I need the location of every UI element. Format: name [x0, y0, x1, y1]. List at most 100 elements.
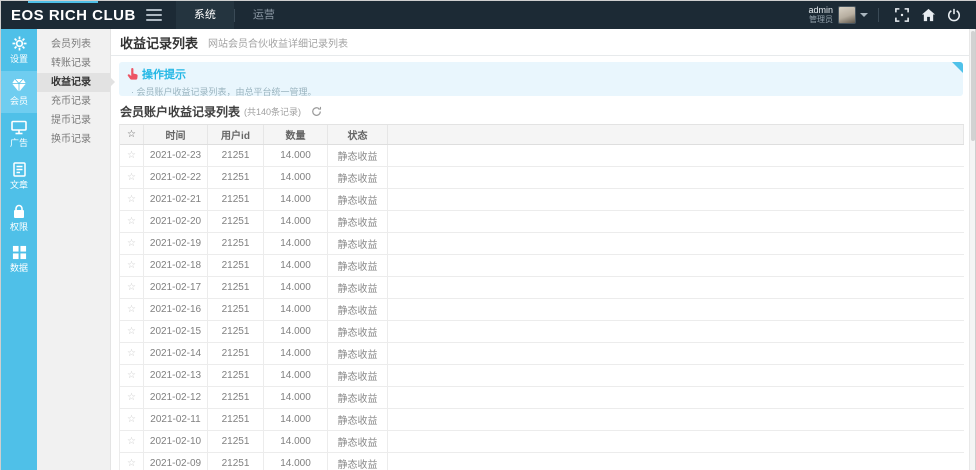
cell-quantity: 14.000 [264, 409, 328, 430]
table-row[interactable]: ☆ 2021-02-22 21251 14.000 静态收益 [120, 167, 964, 189]
refresh-icon[interactable] [311, 106, 322, 117]
favorite-star-icon[interactable]: ☆ [120, 431, 144, 452]
sidebar-item-grid[interactable]: 数据 [1, 238, 37, 280]
favorite-star-icon[interactable]: ☆ [120, 365, 144, 386]
alert-title: 操作提示 [142, 66, 186, 82]
cell-userid: 21251 [208, 233, 264, 254]
lock-icon [1, 204, 37, 221]
cell-userid: 21251 [208, 189, 264, 210]
favorite-star-icon[interactable]: ☆ [120, 145, 144, 166]
favorite-star-icon[interactable]: ☆ [120, 167, 144, 188]
cell-userid: 21251 [208, 453, 264, 470]
submenu-item[interactable]: 收益记录 [37, 73, 110, 92]
sidebar-item-diamond[interactable]: 会员 [1, 71, 37, 113]
top-nav-tab-2[interactable]: 运营 [235, 1, 293, 29]
sidebar-item-lock[interactable]: 权限 [1, 197, 37, 239]
sidebar-item-label: 数据 [1, 264, 37, 274]
favorite-star-icon[interactable]: ☆ [120, 277, 144, 298]
favorite-star-icon[interactable]: ☆ [120, 321, 144, 342]
gear-icon [1, 36, 37, 53]
submenu-item[interactable]: 换币记录 [37, 130, 110, 149]
favorite-star-icon[interactable]: ☆ [120, 387, 144, 408]
cell-status: 静态收益 [328, 343, 388, 364]
header-right-area: admin 管理员 [808, 1, 976, 29]
cell-status: 静态收益 [328, 145, 388, 166]
favorite-star-icon[interactable]: ☆ [120, 233, 144, 254]
scrollbar[interactable] [969, 29, 975, 470]
cell-status: 静态收益 [328, 453, 388, 470]
alert-fold-corner [952, 62, 963, 73]
cell-userid: 21251 [208, 365, 264, 386]
cell-userid: 21251 [208, 387, 264, 408]
sidebar-item-gear[interactable]: 设置 [1, 29, 37, 71]
page-load-progress-bar [28, 1, 98, 3]
favorite-star-icon[interactable]: ☆ [120, 453, 144, 470]
table-row[interactable]: ☆ 2021-02-20 21251 14.000 静态收益 [120, 211, 964, 233]
table-row[interactable]: ☆ 2021-02-15 21251 14.000 静态收益 [120, 321, 964, 343]
table-row[interactable]: ☆ 2021-02-21 21251 14.000 静态收益 [120, 189, 964, 211]
sidebar-item-document[interactable]: 文章 [1, 155, 37, 197]
top-nav-tab-1[interactable]: 系统 [176, 1, 234, 29]
cell-status: 静态收益 [328, 167, 388, 188]
table-row[interactable]: ☆ 2021-02-14 21251 14.000 静态收益 [120, 343, 964, 365]
avatar[interactable] [838, 6, 856, 24]
cell-quantity: 14.000 [264, 321, 328, 342]
chevron-down-icon[interactable] [860, 13, 868, 17]
power-icon[interactable] [941, 1, 967, 29]
cell-userid: 21251 [208, 255, 264, 276]
operation-tip-alert: 操作提示 · 会员账户收益记录列表，由总平台统一管理。 [119, 62, 963, 96]
favorite-star-icon[interactable]: ☆ [120, 299, 144, 320]
cell-time: 2021-02-09 [144, 453, 208, 470]
sidebar-item-label: 会员 [1, 97, 37, 107]
cell-status: 静态收益 [328, 431, 388, 452]
submenu-item[interactable]: 转账记录 [37, 54, 110, 73]
fullscreen-icon[interactable] [889, 1, 915, 29]
submenu-item[interactable]: 提币记录 [37, 111, 110, 130]
cell-status: 静态收益 [328, 211, 388, 232]
user-role: 管理员 [808, 16, 833, 24]
cell-userid: 21251 [208, 145, 264, 166]
table-row[interactable]: ☆ 2021-02-18 21251 14.000 静态收益 [120, 255, 964, 277]
cell-quantity: 14.000 [264, 431, 328, 452]
star-header-icon: ☆ [120, 125, 144, 144]
favorite-star-icon[interactable]: ☆ [120, 189, 144, 210]
cell-time: 2021-02-21 [144, 189, 208, 210]
cell-status: 静态收益 [328, 387, 388, 408]
favorite-star-icon[interactable]: ☆ [120, 211, 144, 232]
cell-status: 静态收益 [328, 233, 388, 254]
cell-time: 2021-02-11 [144, 409, 208, 430]
table-row[interactable]: ☆ 2021-02-09 21251 14.000 静态收益 [120, 453, 964, 470]
menu-toggle-icon[interactable] [146, 9, 162, 21]
app-window: EOS RICH CLUB 系统运营 admin 管理员 [0, 0, 976, 470]
cell-status: 静态收益 [328, 277, 388, 298]
cell-time: 2021-02-13 [144, 365, 208, 386]
favorite-star-icon[interactable]: ☆ [120, 409, 144, 430]
favorite-star-icon[interactable]: ☆ [120, 255, 144, 276]
home-icon[interactable] [915, 1, 941, 29]
submenu-item[interactable]: 会员列表 [37, 35, 110, 54]
cell-time: 2021-02-23 [144, 145, 208, 166]
main-content: 收益记录列表 网站会员合伙收益详细记录列表 操作提示 · 会员账户收益记录列表，… [111, 29, 971, 470]
table-row[interactable]: ☆ 2021-02-13 21251 14.000 静态收益 [120, 365, 964, 387]
cell-userid: 21251 [208, 431, 264, 452]
scrollbar-thumb[interactable] [971, 31, 975, 141]
table-row[interactable]: ☆ 2021-02-17 21251 14.000 静态收益 [120, 277, 964, 299]
cell-status: 静态收益 [328, 299, 388, 320]
submenu-notch [37, 48, 44, 62]
table-row[interactable]: ☆ 2021-02-11 21251 14.000 静态收益 [120, 409, 964, 431]
table-row[interactable]: ☆ 2021-02-12 21251 14.000 静态收益 [120, 387, 964, 409]
favorite-star-icon[interactable]: ☆ [120, 343, 144, 364]
records-table: ☆ 时间 用户id 数量 状态 ☆ 2021-02-23 21251 14.00… [119, 124, 964, 470]
cell-status: 静态收益 [328, 321, 388, 342]
col-header-quantity: 数量 [264, 125, 328, 144]
cell-quantity: 14.000 [264, 211, 328, 232]
col-header-status: 状态 [328, 125, 388, 144]
table-row[interactable]: ☆ 2021-02-23 21251 14.000 静态收益 [120, 145, 964, 167]
table-row[interactable]: ☆ 2021-02-10 21251 14.000 静态收益 [120, 431, 964, 453]
table-row[interactable]: ☆ 2021-02-19 21251 14.000 静态收益 [120, 233, 964, 255]
sidebar-item-label: 广告 [1, 139, 37, 149]
table-row[interactable]: ☆ 2021-02-16 21251 14.000 静态收益 [120, 299, 964, 321]
submenu-item[interactable]: 充币记录 [37, 92, 110, 111]
cell-quantity: 14.000 [264, 343, 328, 364]
sidebar-item-display[interactable]: 广告 [1, 113, 37, 155]
